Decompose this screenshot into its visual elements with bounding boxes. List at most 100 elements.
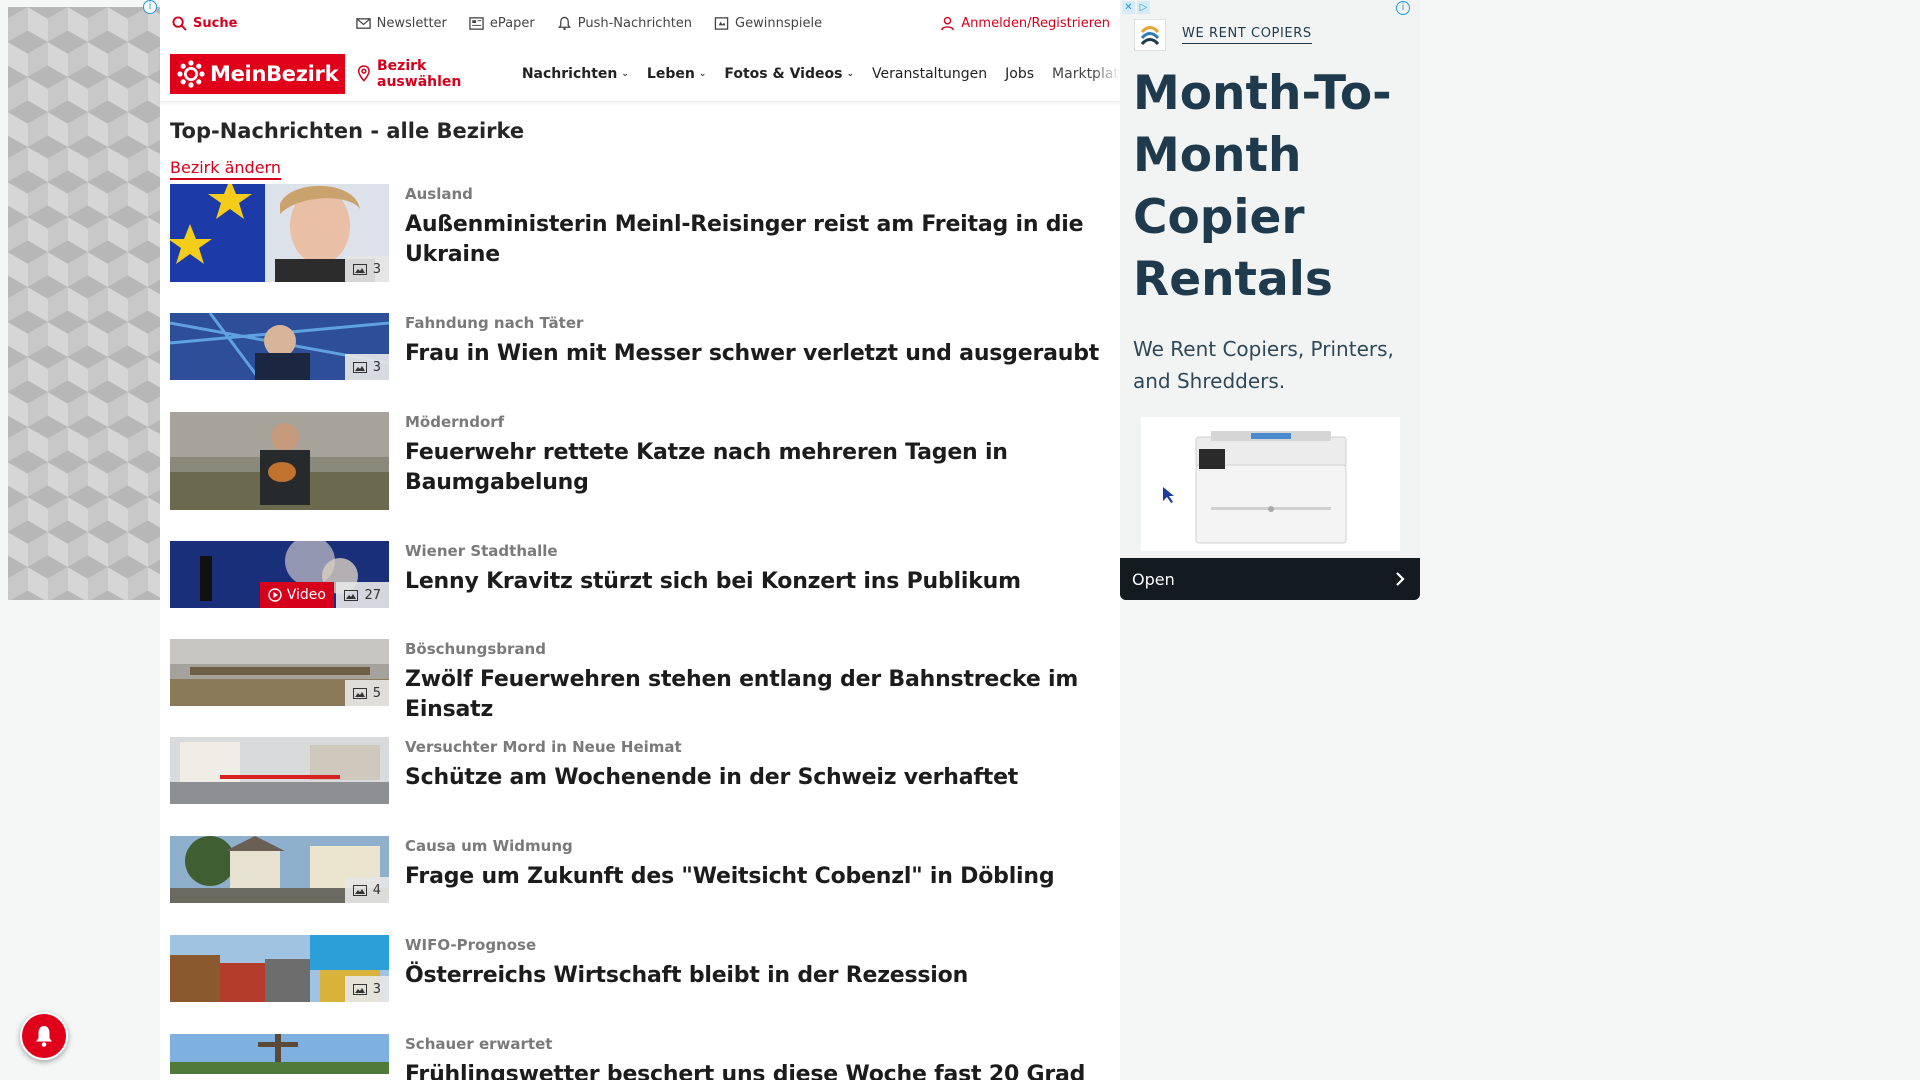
article-thumbnail[interactable]: 5 bbox=[170, 639, 389, 706]
epaper-link[interactable]: ePaper bbox=[469, 16, 535, 31]
gift-icon bbox=[714, 16, 729, 30]
article-headline[interactable]: Österreichs Wirtschaft bleibt in der Rez… bbox=[405, 961, 968, 991]
article-kicker: Schauer erwartet bbox=[405, 1035, 553, 1053]
article-item[interactable]: 5 Böschungsbrand Zwölf Feuerwehren stehe… bbox=[160, 639, 1120, 737]
article-text: Böschungsbrand Zwölf Feuerwehren stehen … bbox=[389, 639, 1120, 737]
article-thumbnail[interactable]: 4 bbox=[170, 836, 389, 903]
ad-brand: WE RENT COPIERS bbox=[1134, 19, 1312, 51]
article-thumbnail[interactable] bbox=[170, 412, 389, 510]
page-title: Top-Nachrichten - alle Bezirke bbox=[170, 119, 525, 143]
search-link[interactable]: Suche bbox=[172, 16, 237, 31]
article-item[interactable]: 3 Ausland Außenministerin Meinl-Reisinge… bbox=[160, 184, 1120, 313]
nav-item-label: Leben bbox=[646, 65, 695, 82]
article-text: Fahndung nach Täter Frau in Wien mit Mes… bbox=[389, 313, 1099, 412]
info-icon[interactable]: i bbox=[143, 0, 157, 14]
article-text: WIFO-Prognose Österreichs Wirtschaft ble… bbox=[389, 935, 968, 1034]
chevron-right-icon bbox=[1396, 572, 1405, 586]
article-thumbnail[interactable]: 3 bbox=[170, 184, 389, 282]
site-logo[interactable]: MeinBezirk bbox=[170, 53, 346, 94]
chevron-down-icon: ⌄ bbox=[698, 68, 707, 79]
gallery-badge: 3 bbox=[344, 354, 389, 380]
camera-icon bbox=[352, 361, 367, 373]
login-label: Anmelden/Registrieren bbox=[961, 15, 1110, 31]
ad-headline[interactable]: Month-To-Month Copier Rentals bbox=[1133, 63, 1413, 311]
login-link[interactable]: Anmelden/Registrieren bbox=[940, 16, 1110, 31]
notification-bell-button[interactable] bbox=[20, 1012, 68, 1060]
right-display-ad[interactable]: ✕ ▷ i WE RENT COPIERS Month-To-Month Cop… bbox=[1120, 0, 1420, 600]
article-kicker: Böschungsbrand bbox=[405, 640, 546, 658]
nav-item-photos-videos[interactable]: Fotos & Videos ⌄ bbox=[724, 66, 854, 82]
nav-item-news[interactable]: Nachrichten ⌄ bbox=[522, 66, 629, 82]
adchoices-icon[interactable]: ▷ bbox=[1137, 1, 1150, 14]
gallery-badge: 4 bbox=[344, 877, 389, 903]
article-headline[interactable]: Frühlingswetter beschert uns diese Woche… bbox=[405, 1060, 1085, 1080]
nav-item-marketplace[interactable]: Marktplatz bbox=[1052, 66, 1120, 82]
article-item[interactable]: Möderndorf Feuerwehr rettete Katze nach … bbox=[160, 412, 1120, 541]
video-badge: Video bbox=[259, 582, 334, 608]
article-item[interactable]: 3 WIFO-Prognose Österreichs Wirtschaft b… bbox=[160, 935, 1120, 1034]
chevron-down-icon: ⌄ bbox=[846, 68, 854, 79]
page: i Suche Newsletter ePaper Push-Nachricht… bbox=[0, 0, 1920, 1080]
nav-item-jobs[interactable]: Jobs bbox=[1005, 66, 1034, 82]
article-item[interactable]: 4 Causa um Widmung Frage um Zukunft des … bbox=[160, 836, 1120, 935]
article-text: Möderndorf Feuerwehr rettete Katze nach … bbox=[389, 412, 1120, 541]
close-icon[interactable]: ✕ bbox=[1122, 1, 1135, 14]
mail-icon bbox=[355, 17, 371, 29]
logo-text: MeinBezirk bbox=[210, 61, 339, 86]
article-headline[interactable]: Feuerwehr rettete Katze nach mehreren Ta… bbox=[405, 438, 1120, 498]
camera-icon bbox=[352, 884, 367, 896]
article-headline[interactable]: Frage um Zukunft des "Weitsicht Cobenzl"… bbox=[405, 862, 1055, 892]
change-district-link[interactable]: Bezirk ändern bbox=[170, 158, 281, 180]
article-thumbnail[interactable]: 3 bbox=[170, 313, 389, 380]
article-headline[interactable]: Zwölf Feuerwehren stehen entlang der Bah… bbox=[405, 665, 1120, 725]
article-headline[interactable]: Lenny Kravitz stürzt sich bei Konzert in… bbox=[405, 567, 1021, 597]
article-image bbox=[170, 1034, 389, 1074]
select-district-button[interactable]: Bezirk auswählen bbox=[357, 58, 504, 90]
push-notifications-label: Push-Nachrichten bbox=[577, 15, 693, 31]
gallery-count: 27 bbox=[364, 587, 381, 603]
ad-open-button[interactable]: Open bbox=[1120, 558, 1420, 600]
article-item[interactable]: Versuchter Mord in Neue Heimat Schütze a… bbox=[160, 737, 1120, 836]
contests-link[interactable]: Gewinnspiele bbox=[714, 16, 822, 31]
newsletter-link[interactable]: Newsletter bbox=[355, 16, 447, 31]
article-kicker: Causa um Widmung bbox=[405, 837, 573, 855]
article-kicker: Wiener Stadthalle bbox=[405, 542, 558, 560]
article-text: Wiener Stadthalle Lenny Kravitz stürzt s… bbox=[389, 541, 1021, 639]
article-thumbnail[interactable] bbox=[170, 1034, 389, 1074]
article-text: Ausland Außenministerin Meinl-Reisinger … bbox=[389, 184, 1120, 313]
search-label: Suche bbox=[193, 15, 238, 31]
ad-open-label: Open bbox=[1132, 569, 1175, 589]
left-skyscraper-ad[interactable] bbox=[8, 7, 160, 600]
article-thumbnail[interactable]: 3 bbox=[170, 935, 389, 1002]
article-headline[interactable]: Frau in Wien mit Messer schwer verletzt … bbox=[405, 339, 1099, 369]
gallery-badge: 3 bbox=[344, 976, 389, 1002]
nav-item-label: Marktplatz bbox=[1052, 65, 1120, 82]
article-item[interactable]: Video 27 Wiener Stadthalle Lenny Kravitz… bbox=[160, 541, 1120, 639]
article-item[interactable]: Schauer erwartet Frühlingswetter bescher… bbox=[160, 1034, 1120, 1080]
ad-brand-name[interactable]: WE RENT COPIERS bbox=[1182, 26, 1312, 44]
gallery-badge: 27 bbox=[336, 582, 389, 608]
article-thumbnail[interactable] bbox=[170, 737, 389, 804]
bell-icon bbox=[36, 1026, 52, 1047]
contests-label: Gewinnspiele bbox=[735, 15, 823, 31]
gallery-count: 4 bbox=[372, 882, 381, 898]
article-thumbnail[interactable]: Video 27 bbox=[170, 541, 389, 608]
main-nav: MeinBezirk Bezirk auswählen Nachrichten ⌄… bbox=[160, 46, 1120, 102]
article-headline[interactable]: Schütze am Wochenende in der Schweiz ver… bbox=[405, 763, 1018, 793]
nav-item-life[interactable]: Leben ⌄ bbox=[647, 66, 706, 82]
nav-item-label: Jobs bbox=[1005, 65, 1035, 82]
article-image bbox=[170, 737, 389, 804]
utility-bar: Suche Newsletter ePaper Push-Nachrichten bbox=[160, 0, 1120, 46]
printer-image[interactable] bbox=[1141, 417, 1400, 551]
video-label: Video bbox=[286, 587, 326, 603]
main-column: Suche Newsletter ePaper Push-Nachrichten bbox=[160, 0, 1120, 1080]
push-notifications-link[interactable]: Push-Nachrichten bbox=[557, 16, 692, 31]
gallery-count: 3 bbox=[372, 981, 381, 997]
article-item[interactable]: 3 Fahndung nach Täter Frau in Wien mit M… bbox=[160, 313, 1120, 412]
gallery-badge: 3 bbox=[344, 256, 389, 282]
nav-item-events[interactable]: Veranstaltungen bbox=[872, 66, 987, 82]
ad-controls: ✕ ▷ bbox=[1122, 1, 1150, 14]
gallery-count: 3 bbox=[372, 359, 381, 375]
article-headline[interactable]: Außenministerin Meinl-Reisinger reist am… bbox=[405, 210, 1120, 270]
info-icon[interactable]: i bbox=[1396, 1, 1410, 15]
